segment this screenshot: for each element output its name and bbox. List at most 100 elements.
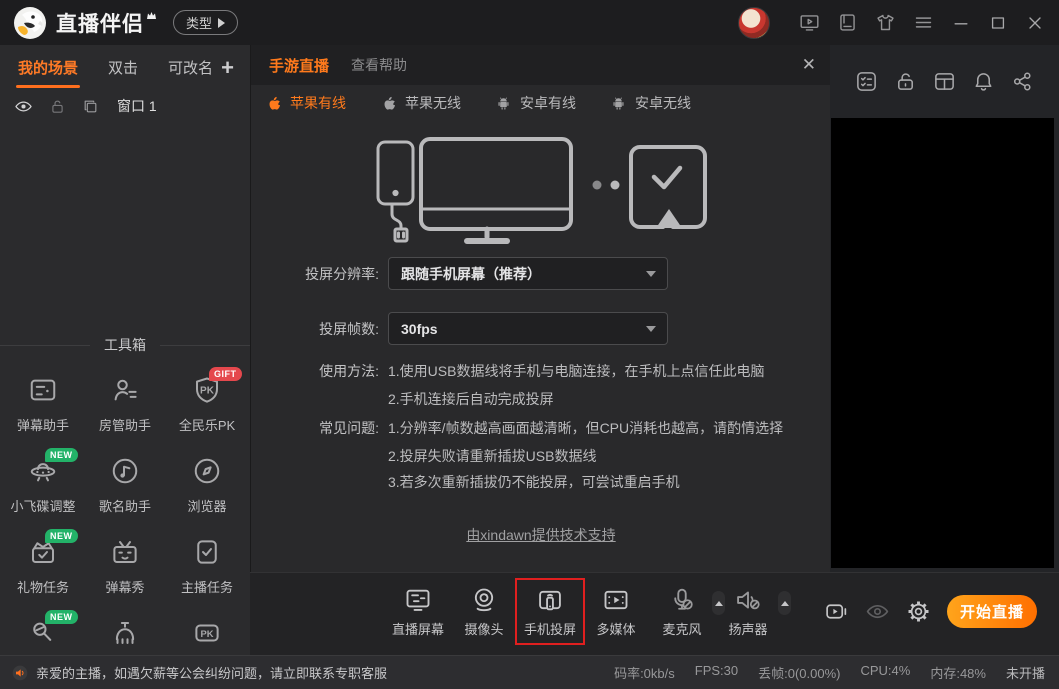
minimize-button[interactable] xyxy=(951,13,971,33)
monitor-play-icon[interactable] xyxy=(799,12,820,33)
android-icon xyxy=(495,95,512,112)
stream-type-button[interactable]: 类型 xyxy=(173,10,238,35)
preview-toolbar xyxy=(830,45,1059,118)
voice-assist-icon: NEW xyxy=(28,618,58,648)
toolbar-media[interactable]: 多媒体 xyxy=(585,573,647,649)
media-icon xyxy=(602,586,630,614)
divider xyxy=(160,345,250,346)
toolbox-title: 工具箱 xyxy=(90,335,160,355)
tool-gift-task[interactable]: NEW 礼物任务 xyxy=(2,533,84,614)
tab-scene-3[interactable]: 可改名 xyxy=(168,45,213,90)
tool-pk-everyone[interactable]: PK GIFT 全民乐PK xyxy=(166,371,248,452)
apple-icon xyxy=(265,95,282,112)
tool-bell[interactable] xyxy=(84,614,166,655)
toolbar-camera[interactable]: 摄像头 xyxy=(453,573,515,649)
tool-label: 弹幕助手 xyxy=(17,415,69,434)
svg-text:PK: PK xyxy=(200,386,215,397)
stream-type-label: 类型 xyxy=(186,13,212,32)
apple-icon xyxy=(380,95,397,112)
close-button[interactable] xyxy=(1025,13,1045,33)
live-status-badge: 未开播 xyxy=(1006,663,1045,682)
preview-panel xyxy=(830,45,1059,572)
copy-icon[interactable] xyxy=(82,98,99,115)
view-help-link[interactable]: 查看帮助 xyxy=(351,55,407,75)
layout-icon[interactable] xyxy=(933,70,956,93)
tab-apple-wireless[interactable]: 苹果无线 xyxy=(380,93,461,113)
tool-danmaku-helper[interactable]: 弹幕助手 xyxy=(2,371,84,452)
tool-anchor-task[interactable]: 主播任务 xyxy=(166,533,248,614)
toolbar-microphone[interactable]: 麦克风 xyxy=(651,573,713,649)
tool-voice-assist[interactable]: NEW xyxy=(2,614,84,655)
conn-tab-label: 安卓无线 xyxy=(635,93,691,113)
song-name-icon xyxy=(110,456,140,486)
tab-scene-2[interactable]: 双击 xyxy=(108,45,138,90)
shirt-icon[interactable] xyxy=(875,12,896,33)
add-scene-button[interactable]: + xyxy=(221,55,234,81)
tool-danmaku-show[interactable]: 弹幕秀 xyxy=(84,533,166,614)
conn-tab-label: 苹果有线 xyxy=(290,93,346,113)
ufo-icon: NEW xyxy=(28,456,58,486)
share-icon[interactable] xyxy=(1011,70,1034,93)
toolbar-item-label: 摄像头 xyxy=(464,619,503,638)
tool-song-name[interactable]: 歌名助手 xyxy=(84,452,166,533)
visibility-eye-icon[interactable] xyxy=(14,97,33,116)
faq-line: 1.分辨率/帧数越高画面越清晰，但CPU消耗也越高，请酌情选择 xyxy=(388,418,783,438)
lock-icon[interactable] xyxy=(49,98,66,115)
panel-close-icon[interactable]: ✕ xyxy=(802,55,816,75)
tab-apple-wired[interactable]: 苹果有线 xyxy=(265,93,346,113)
conn-tab-label: 苹果无线 xyxy=(405,93,461,113)
tool-room-admin[interactable]: 房管助手 xyxy=(84,371,166,452)
announcement-horn-icon xyxy=(12,665,28,681)
toolbar-phone-cast[interactable]: 手机投屏 xyxy=(519,573,581,649)
scene-source-row[interactable]: 窗口 1 xyxy=(0,90,250,122)
framerate-select[interactable]: 30fps xyxy=(388,312,668,345)
tool-label: 礼物任务 xyxy=(17,577,69,596)
bell-icon[interactable] xyxy=(972,70,995,93)
tool-label: 主播任务 xyxy=(181,577,233,596)
source-toolbar: 直播屏幕 摄像头 xyxy=(250,572,1059,648)
crown-icon xyxy=(146,11,157,20)
scene-tabs: 我的场景 双击 可改名 + xyxy=(0,45,250,90)
stream-stats: 码率:0kb/s FPS:30 丢帧:0(0.00%) CPU:4% 内存:48… xyxy=(614,663,1045,682)
toolbar-live-screen[interactable]: 直播屏幕 xyxy=(387,573,449,649)
unlock-icon[interactable] xyxy=(894,70,917,93)
start-live-button[interactable]: 开始直播 xyxy=(947,595,1037,628)
tool-label: 全民乐PK xyxy=(179,415,235,434)
cpu-stat: CPU:4% xyxy=(860,663,910,682)
phone-cast-icon xyxy=(536,586,564,614)
tool-browser[interactable]: 浏览器 xyxy=(166,452,248,533)
tool-pk-box[interactable]: PK xyxy=(166,614,248,655)
live-preview-area[interactable] xyxy=(831,118,1054,568)
panel-title: 手游直播 xyxy=(269,55,329,76)
danmaku-show-icon xyxy=(110,537,140,567)
speaker-device-caret[interactable] xyxy=(778,591,791,615)
toolbar-item-label: 直播屏幕 xyxy=(392,619,444,638)
checklist-icon[interactable] xyxy=(855,70,878,93)
room-admin-icon xyxy=(110,375,140,405)
toolbar-item-label: 多媒体 xyxy=(596,619,635,638)
faq-line: 3.若多次重新插拔仍不能投屏，可尝试重启手机 xyxy=(388,472,680,492)
book-icon[interactable] xyxy=(837,12,858,33)
faq-label: 常见问题: xyxy=(251,418,379,438)
toolbar-item-label: 麦克风 xyxy=(662,619,701,638)
tab-my-scenes[interactable]: 我的场景 xyxy=(18,45,78,90)
maximize-button[interactable] xyxy=(988,13,1008,33)
toolbar-speaker[interactable]: 扬声器 xyxy=(717,573,779,649)
divider xyxy=(0,345,90,346)
record-icon[interactable] xyxy=(824,599,849,624)
preview-eye-icon[interactable] xyxy=(865,599,890,624)
tech-support-link[interactable]: 由xindawn提供技术支持 xyxy=(466,527,615,543)
chevron-down-icon xyxy=(646,326,656,332)
tool-ufo-adjust[interactable]: NEW 小飞碟调整 xyxy=(2,452,84,533)
tab-android-wired[interactable]: 安卓有线 xyxy=(495,93,576,113)
tab-android-wireless[interactable]: 安卓无线 xyxy=(610,93,691,113)
speaker-muted-icon xyxy=(734,586,762,614)
bitrate-stat: 码率:0kb/s xyxy=(614,663,675,682)
resolution-select[interactable]: 跟随手机屏幕（推荐） xyxy=(388,257,668,290)
menu-icon[interactable] xyxy=(913,12,934,33)
fps-stat: FPS:30 xyxy=(695,663,738,682)
faq-line: 2.投屏失败请重新插拔USB数据线 xyxy=(388,446,596,466)
settings-gear-icon[interactable] xyxy=(906,599,931,624)
user-avatar[interactable] xyxy=(738,7,770,39)
toolbar-item-label: 扬声器 xyxy=(728,619,767,638)
